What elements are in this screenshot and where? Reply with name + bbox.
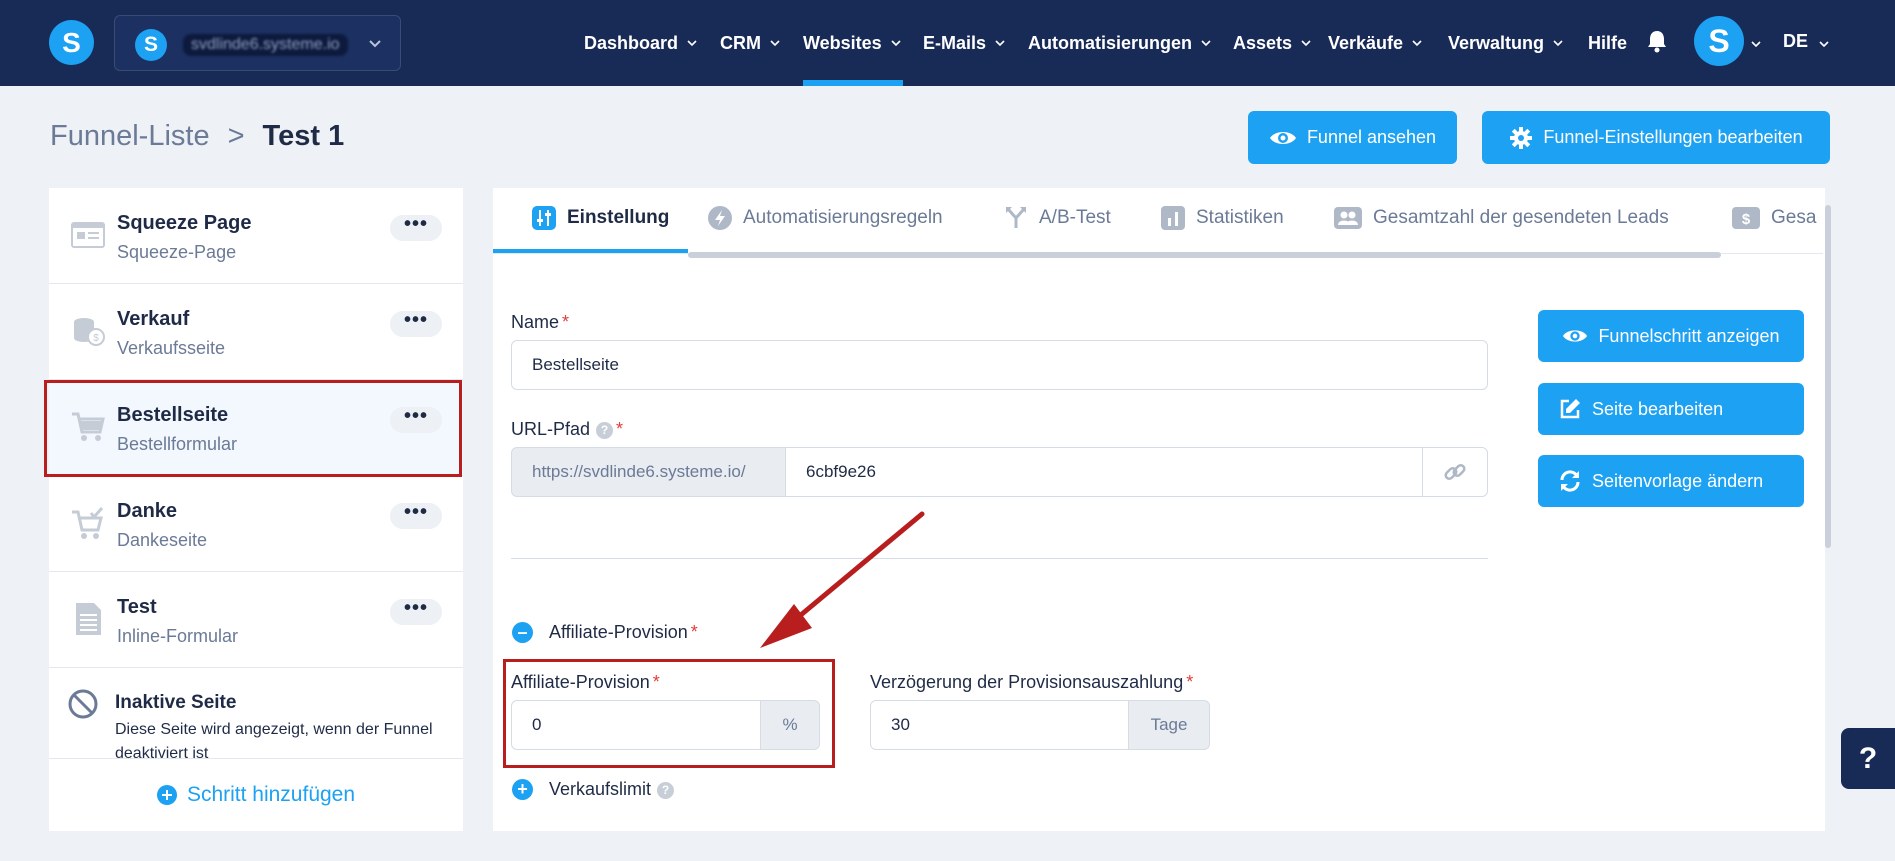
- help-widget-button[interactable]: ?: [1841, 728, 1895, 789]
- annotation-arrow: [760, 511, 925, 648]
